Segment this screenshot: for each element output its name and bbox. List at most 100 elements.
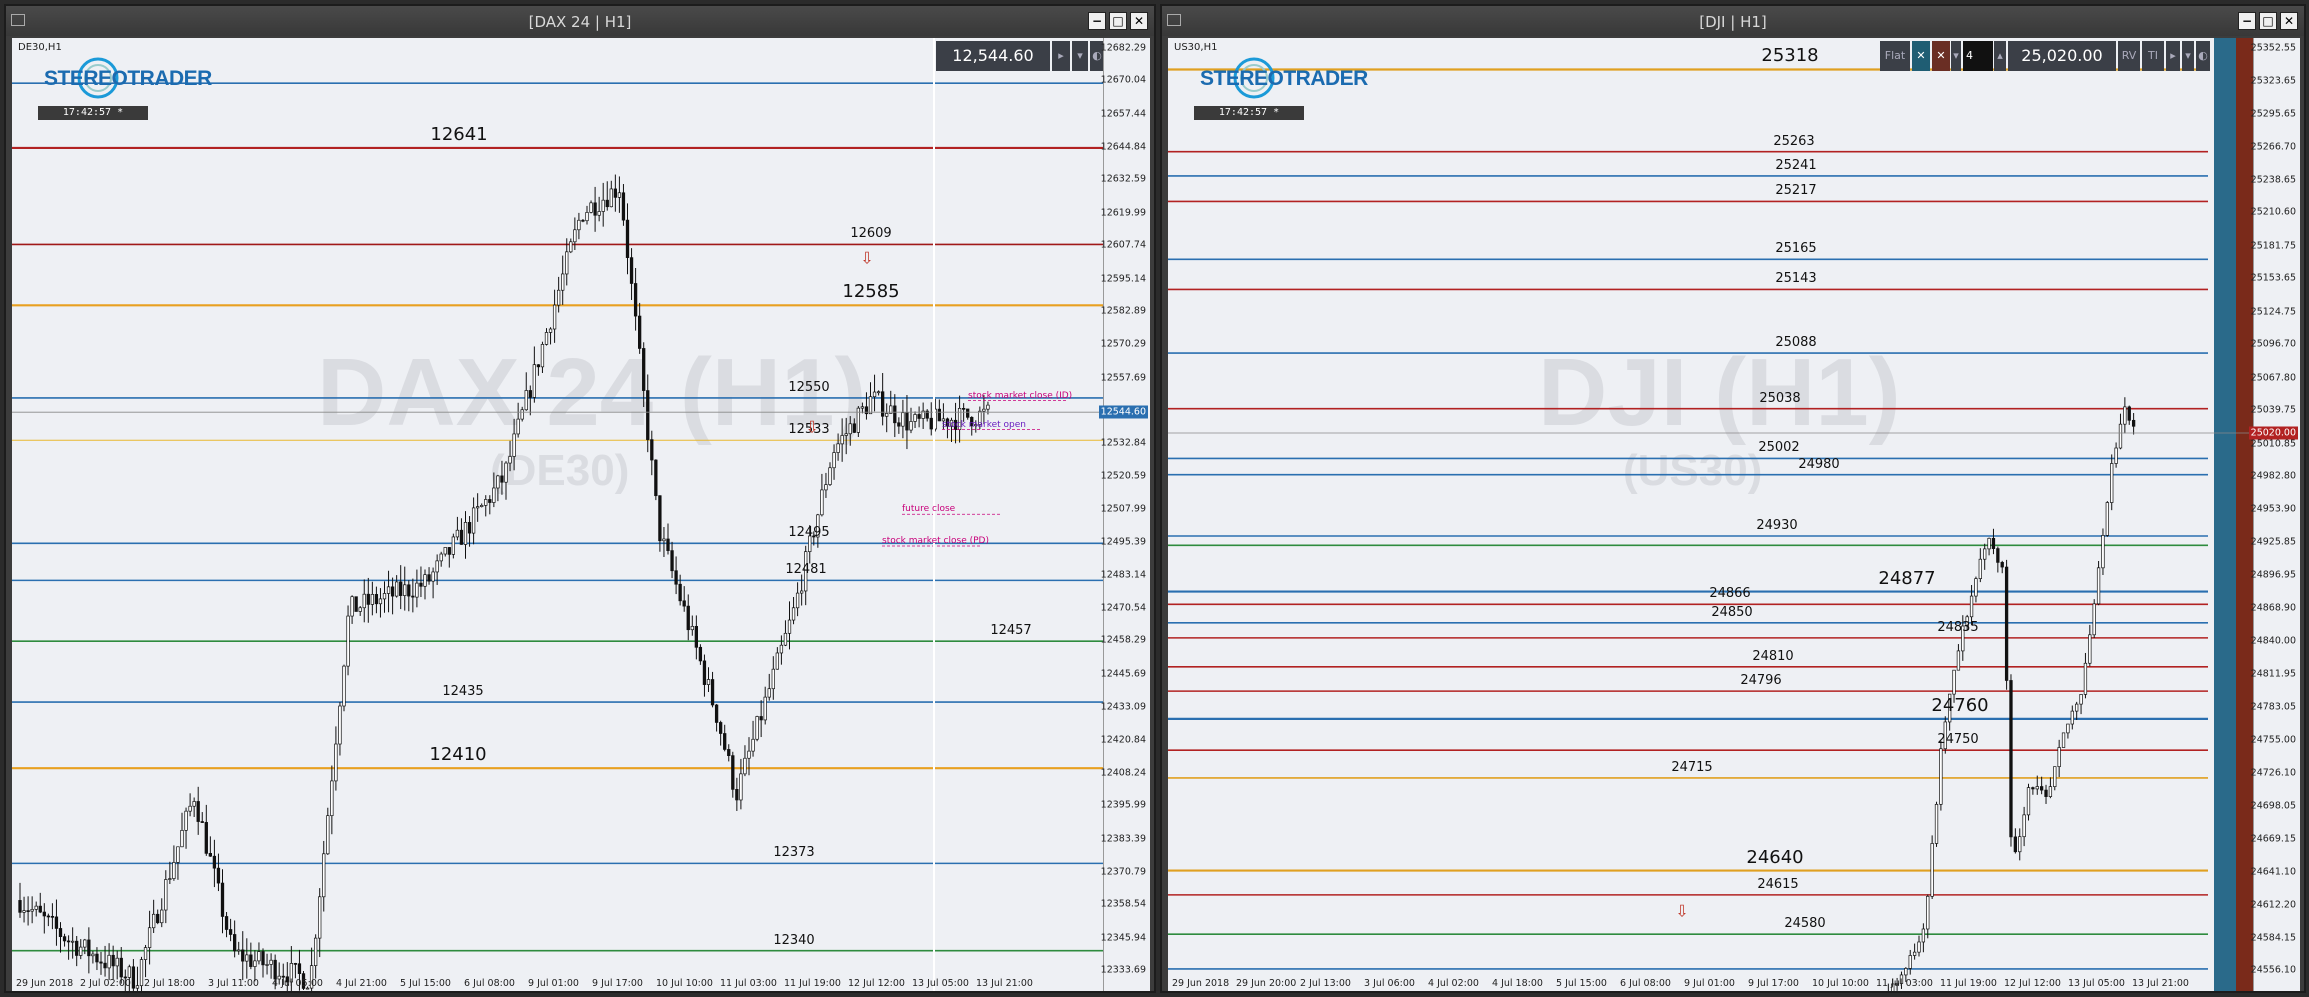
time-tick: 29 Jun 2018: [1172, 978, 1230, 989]
candle-body: [872, 391, 877, 398]
candle-body: [670, 550, 674, 572]
candle-body: [382, 593, 387, 600]
time-tick: 13 Jul 05:00: [2068, 978, 2125, 989]
down-arrow-icon: ⇩: [860, 248, 874, 268]
candle-body: [504, 462, 508, 483]
level-label: 12609: [850, 226, 892, 242]
minimize-button[interactable]: −: [1088, 12, 1106, 30]
price-tick: 12420.84: [1100, 734, 1146, 745]
close-position-button[interactable]: ✕: [1912, 41, 1930, 71]
candle-body: [682, 600, 686, 607]
candle-body: [131, 966, 136, 989]
price-tick: 12333.69: [1100, 964, 1146, 976]
minimize-button[interactable]: −: [2238, 12, 2256, 30]
candle-body: [1991, 537, 1996, 549]
candle-body: [350, 596, 354, 617]
window-titlebar[interactable]: [DJI | H1] − □ ✕: [1162, 6, 2304, 36]
time-tick: 9 Jul 17:00: [1748, 978, 1799, 989]
price-tick: 24556.10: [2250, 964, 2296, 976]
candle-body: [593, 202, 597, 216]
candle-body: [2053, 766, 2057, 788]
price-tick: 12458.29: [1100, 634, 1146, 646]
chart-plot-area[interactable]: [1168, 38, 2254, 991]
candle-body: [164, 879, 168, 911]
dropdown-icon[interactable]: ▾: [1072, 41, 1088, 71]
chart-plot-area[interactable]: [12, 38, 1104, 991]
price-tick: 12507.99: [1100, 503, 1146, 515]
time-tick: 2 Jul 18:00: [144, 978, 195, 989]
candle-body: [1983, 548, 1987, 560]
price-tick: 12682.29: [1100, 42, 1146, 54]
candle-body: [654, 459, 658, 497]
candle-body: [524, 390, 528, 411]
lot-up-icon[interactable]: ▴: [1994, 41, 2006, 71]
candle-body: [233, 934, 237, 952]
candle-body: [111, 954, 115, 967]
close-button[interactable]: ✕: [1130, 12, 1148, 30]
candle-body: [362, 593, 366, 609]
scroll-arrow-icon[interactable]: ▸: [2166, 41, 2180, 71]
dax-chart-window: [DAX 24 | H1] − □ ✕ DAX 24 (H1) (DE30) D…: [4, 4, 1156, 993]
candle-body: [1904, 968, 1908, 976]
window-titlebar[interactable]: [DAX 24 | H1] − □ ✕: [6, 6, 1154, 36]
price-tick: 24584.15: [2250, 932, 2296, 944]
candle-body: [2096, 567, 2101, 605]
lot-dropdown-icon[interactable]: ▾: [1951, 41, 1961, 71]
price-tick: 12370.79: [1100, 866, 1146, 878]
candle-body: [532, 364, 536, 398]
candle-body: [143, 947, 148, 960]
level-label: 12641: [430, 123, 488, 145]
time-tick: 6 Jul 08:00: [1620, 978, 1671, 989]
candle-body: [727, 749, 731, 756]
candle-body: [646, 390, 650, 440]
candle-body: [573, 229, 577, 243]
candle-body: [2127, 406, 2131, 421]
maximize-button[interactable]: □: [1109, 12, 1127, 30]
candle-body: [241, 949, 245, 962]
time-tick: 2 Jul 13:00: [1300, 978, 1351, 989]
toggle-icon[interactable]: ◐: [2196, 41, 2210, 71]
candle-body: [1974, 578, 1978, 597]
dropdown-icon[interactable]: ▾: [2182, 41, 2194, 71]
price-chart[interactable]: DJI (H1) (US30) US30,H1 STEREOTRADER 17:…: [1168, 38, 2300, 991]
close-all-button[interactable]: ✕: [1932, 41, 1950, 71]
candle-body: [95, 953, 99, 963]
price-tick: 12557.69: [1100, 372, 1146, 384]
candle-body: [431, 571, 435, 582]
candle-body: [2057, 747, 2061, 768]
price-tick: 12582.89: [1100, 305, 1146, 317]
scroll-arrow-icon[interactable]: ▸: [1052, 41, 1070, 71]
candle-body: [735, 789, 739, 801]
candle-body: [378, 598, 383, 605]
candle-body: [897, 422, 901, 427]
candle-body: [58, 928, 63, 938]
time-tick: 13 Jul 21:00: [976, 978, 1033, 989]
time-tick: 11 Jul 03:00: [720, 978, 777, 989]
maximize-button[interactable]: □: [2259, 12, 2277, 30]
price-display[interactable]: 12,544.60: [936, 41, 1050, 71]
candle-body: [2079, 694, 2083, 705]
candle-body: [966, 408, 970, 418]
candle-body: [905, 412, 909, 431]
flat-button[interactable]: Flat: [1880, 41, 1910, 71]
candle-body: [678, 583, 682, 602]
rv-button[interactable]: RV: [2118, 41, 2140, 71]
price-chart[interactable]: DAX 24 (H1) (DE30) DE30,H1 STEREOTRADER …: [12, 38, 1150, 991]
candle-body: [739, 773, 743, 801]
ti-button[interactable]: TI: [2142, 41, 2164, 71]
candle-body: [152, 913, 156, 929]
candle-body: [961, 408, 966, 410]
price-tick: 24811.95: [2250, 668, 2296, 680]
time-tick: 4 Jul 02:00: [1428, 978, 1479, 989]
candle-body: [1917, 941, 1921, 953]
price-axis[interactable]: 25352.55 25323.65 25295.65 25266.70 25238.65…: [2248, 38, 2300, 991]
price-display[interactable]: 25,020.00: [2008, 41, 2116, 71]
lot-size-input[interactable]: 4: [1963, 41, 1993, 71]
time-tick: 2 Jul 02:00: [80, 978, 131, 989]
price-axis[interactable]: 12682.29 12670.04 12657.44 12644.84 12632.59…: [1098, 38, 1150, 991]
candle-body: [192, 801, 196, 807]
close-button[interactable]: ✕: [2280, 12, 2298, 30]
candle-body: [617, 192, 622, 198]
candle-body: [637, 315, 642, 349]
candle-body: [439, 553, 443, 562]
